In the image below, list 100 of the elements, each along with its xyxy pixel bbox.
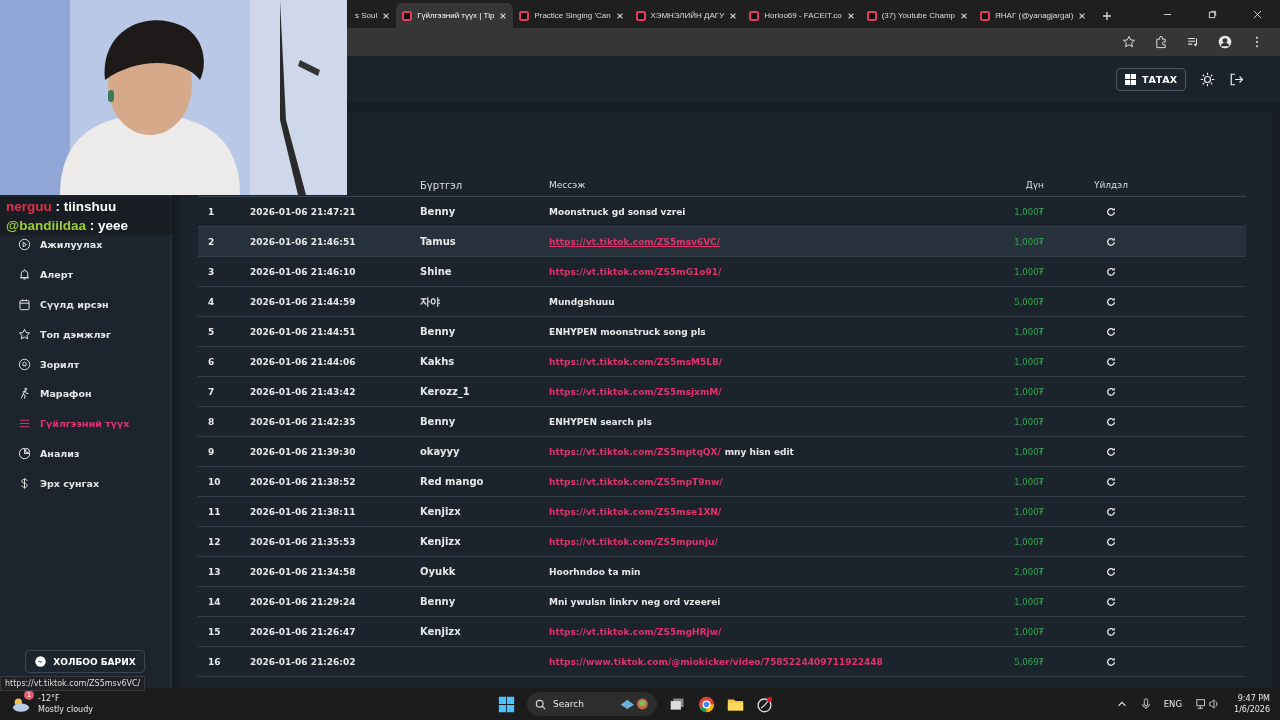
microphone-icon[interactable] (1139, 698, 1152, 710)
date-cell-text: 2026-01-06 21:26:47 (250, 626, 357, 637)
table-row[interactable]: 11 2026-01-06 21:38:11 Kenjizx https://vt.tiktok.com/ZS5mse1XN/ 1,000₮ (198, 497, 1246, 527)
site-icon (635, 10, 646, 21)
table-row[interactable]: 16 2026-01-06 21:26:02 https://www.tiktok.com/@miokicker/video/7585224409711922448 5,069₮ (198, 647, 1246, 677)
column-header: Үйлдэл (1093, 180, 1129, 190)
refresh-icon[interactable] (1106, 656, 1116, 667)
table-row[interactable]: 12 2026-01-06 21:35:53 Kenjizx https://vt.tiktok.com/ZS5mpunju/ 1,000₮ (198, 527, 1246, 557)
message-link[interactable]: https://vt.tiktok.com/ZS5msjxmM/ (549, 386, 722, 397)
new-tab-icon[interactable] (1102, 10, 1113, 21)
refresh-icon[interactable] (1106, 626, 1116, 637)
close-icon[interactable] (1078, 11, 1087, 20)
sidebar-item[interactable]: Гүйлгээний түүх (0, 408, 170, 439)
table-row[interactable]: 6 2026-01-06 21:44:06 Kakhs https://vt.tiktok.com/ZS5msM5LB/ 1,000₮ (198, 347, 1246, 377)
search-icon (535, 698, 546, 710)
table-row[interactable]: 7 2026-01-06 21:43:42 Kerozz_1 https://vt.tiktok.com/ZS5msjxmM/ 1,000₮ (198, 377, 1246, 407)
sidebar-item[interactable]: Анализ (0, 438, 170, 469)
message-link[interactable]: https://vt.tiktok.com/ZS5mptqQX/ (549, 446, 721, 457)
amount: 1,000₮ (1014, 506, 1044, 517)
refresh-icon[interactable] (1106, 296, 1116, 307)
refresh-icon[interactable] (1106, 206, 1116, 217)
sidebar-item[interactable]: Эрх сунгах (0, 468, 170, 499)
app-icon[interactable] (756, 695, 773, 713)
sun-icon[interactable] (1200, 71, 1215, 87)
refresh-icon[interactable] (1106, 326, 1116, 337)
extensions-icon[interactable] (1154, 35, 1168, 49)
refresh-icon[interactable] (1106, 476, 1116, 487)
message-link[interactable]: https://vt.tiktok.com/ZS5mpT9nw/ (549, 476, 723, 487)
sidebar-item[interactable]: Сүүлд ирсэн (0, 289, 170, 320)
language-indicator[interactable]: ENG (1163, 699, 1183, 709)
restore-icon[interactable] (1208, 9, 1217, 19)
table-row[interactable]: 2 2026-01-06 21:46:51 Tamus https://vt.tiktok.com/ZS5msv6VC/ 1,000₮ (198, 227, 1246, 257)
browser-tab[interactable]: ЯНАГ (@yanagjargal) (974, 3, 1093, 28)
refresh-icon[interactable] (1106, 356, 1116, 367)
browser-tab[interactable]: (37) Youtube Champ (860, 3, 975, 28)
close-icon[interactable] (729, 11, 738, 20)
message-text: Mni ywulsn linkrv neg ord vzeerei (549, 596, 721, 607)
browser-tab[interactable]: Practice Singing 'Can (513, 3, 630, 28)
table-row[interactable]: 5 2026-01-06 21:44:51 Benny ENHYPEN moonstruck song pls 1,000₮ (198, 317, 1246, 347)
browser-tab[interactable]: ХЭМНЭЛИЙН ДАГУ (629, 3, 744, 28)
row-number: 12 (207, 536, 222, 547)
refresh-icon[interactable] (1106, 596, 1116, 607)
site-icon (866, 10, 877, 21)
table-row[interactable]: 15 2026-01-06 21:26:47 Kenjizx https://vt.tiktok.com/ZS5mgHRjw/ 1,000₮ (198, 617, 1246, 647)
site-icon (980, 10, 991, 21)
refresh-icon[interactable] (1106, 566, 1116, 577)
refresh-icon[interactable] (1106, 236, 1116, 247)
close-icon[interactable] (499, 11, 508, 20)
media-icon[interactable] (1186, 35, 1200, 49)
browser-tab[interactable]: Гүйлгээний түүх | Tip (396, 3, 514, 28)
logout-icon[interactable] (1229, 71, 1244, 87)
table-row[interactable]: 10 2026-01-06 21:38:52 Red mango https://vt.tiktok.com/ZS5mpT9nw/ 1,000₮ (198, 467, 1246, 497)
message-link[interactable]: https://vt.tiktok.com/ZS5mse1XN/ (549, 506, 722, 517)
refresh-icon[interactable] (1106, 446, 1116, 457)
profile-avatar-icon[interactable] (1218, 35, 1232, 49)
contact-button[interactable]: ХОЛБОО БАРИХ (25, 650, 145, 673)
row-number: 2 (207, 236, 216, 247)
sidebar-item[interactable]: Алерт (0, 259, 170, 290)
date-cell-text: 2026-01-06 21:26:02 (250, 656, 357, 667)
user-name: Benny (420, 596, 456, 607)
browser-tab[interactable]: Horloo69 - FACEIT.co (743, 3, 861, 28)
start-icon[interactable] (498, 695, 515, 713)
refresh-icon[interactable] (1106, 506, 1116, 517)
refresh-icon[interactable] (1106, 386, 1116, 397)
message-link[interactable]: https://vt.tiktok.com/ZS5msM5LB/ (549, 356, 723, 367)
user-name: 자야 (420, 295, 440, 307)
refresh-icon[interactable] (1106, 536, 1116, 547)
table-row[interactable]: 4 2026-01-06 21:44:59 자야 Mundgshuuu 5,000₮ (198, 287, 1246, 317)
bell-icon (18, 268, 31, 282)
sidebar-item[interactable]: Марафон (0, 379, 170, 409)
play-icon (18, 238, 31, 252)
weather-condition: Mostly cloudy (38, 704, 93, 715)
message-link[interactable]: https://vt.tiktok.com/ZS5mpunju/ (549, 536, 718, 547)
close-icon[interactable] (615, 11, 624, 20)
table-row[interactable]: 3 2026-01-06 21:46:10 Shine https://vt.tiktok.com/ZS5mG1o91/ 1,000₮ (198, 257, 1246, 287)
close-icon[interactable] (846, 11, 855, 20)
date-cell-text: 2026-01-06 21:34:58 (250, 566, 357, 577)
browser-tab[interactable]: s Soul (349, 3, 397, 28)
close-icon[interactable] (960, 11, 969, 20)
download-button[interactable]: ТАТАХ (1116, 67, 1186, 91)
table-row[interactable]: 9 2026-01-06 21:39:30 okayyy https://vt.tiktok.com/ZS5mptqQX/ mny hisn edit 1,000₮ (198, 437, 1246, 467)
sidebar-item[interactable]: Зорилт (0, 349, 170, 379)
bookmark-star-icon[interactable] (1122, 35, 1136, 49)
message-link[interactable]: https://www.tiktok.com/@miokicker/video/7585224409711922448 (549, 656, 883, 667)
user-name: Kenjizx (420, 626, 461, 637)
message-link[interactable]: https://vt.tiktok.com/ZS5mG1o91/ (549, 266, 722, 277)
table-row[interactable]: 14 2026-01-06 21:29:24 Benny Mni ywulsn linkrv neg ord vzeerei 1,000₮ (198, 587, 1246, 617)
user-name: okayyy (420, 446, 460, 457)
amount: 1,000₮ (1014, 266, 1044, 277)
table-row[interactable]: 8 2026-01-06 21:42:35 Benny ENHYPEN search pls 1,000₮ (198, 407, 1246, 437)
close-icon[interactable] (382, 11, 391, 20)
refresh-icon[interactable] (1106, 416, 1116, 427)
refresh-icon[interactable] (1106, 266, 1116, 277)
close-icon[interactable] (1253, 9, 1262, 19)
date-cell-text: 2026-01-06 21:42:35 (250, 416, 357, 427)
search-field[interactable]: Search (527, 692, 657, 716)
table-row[interactable]: 13 2026-01-06 21:34:58 Oyukk Hoorhndoo ta min 2,000₮ (198, 557, 1246, 587)
chrome-icon[interactable] (698, 695, 715, 713)
sidebar-item[interactable]: Топ дэмжлэг (0, 319, 170, 350)
message-link[interactable]: https://vt.tiktok.com/ZS5mgHRjw/ (549, 626, 722, 637)
